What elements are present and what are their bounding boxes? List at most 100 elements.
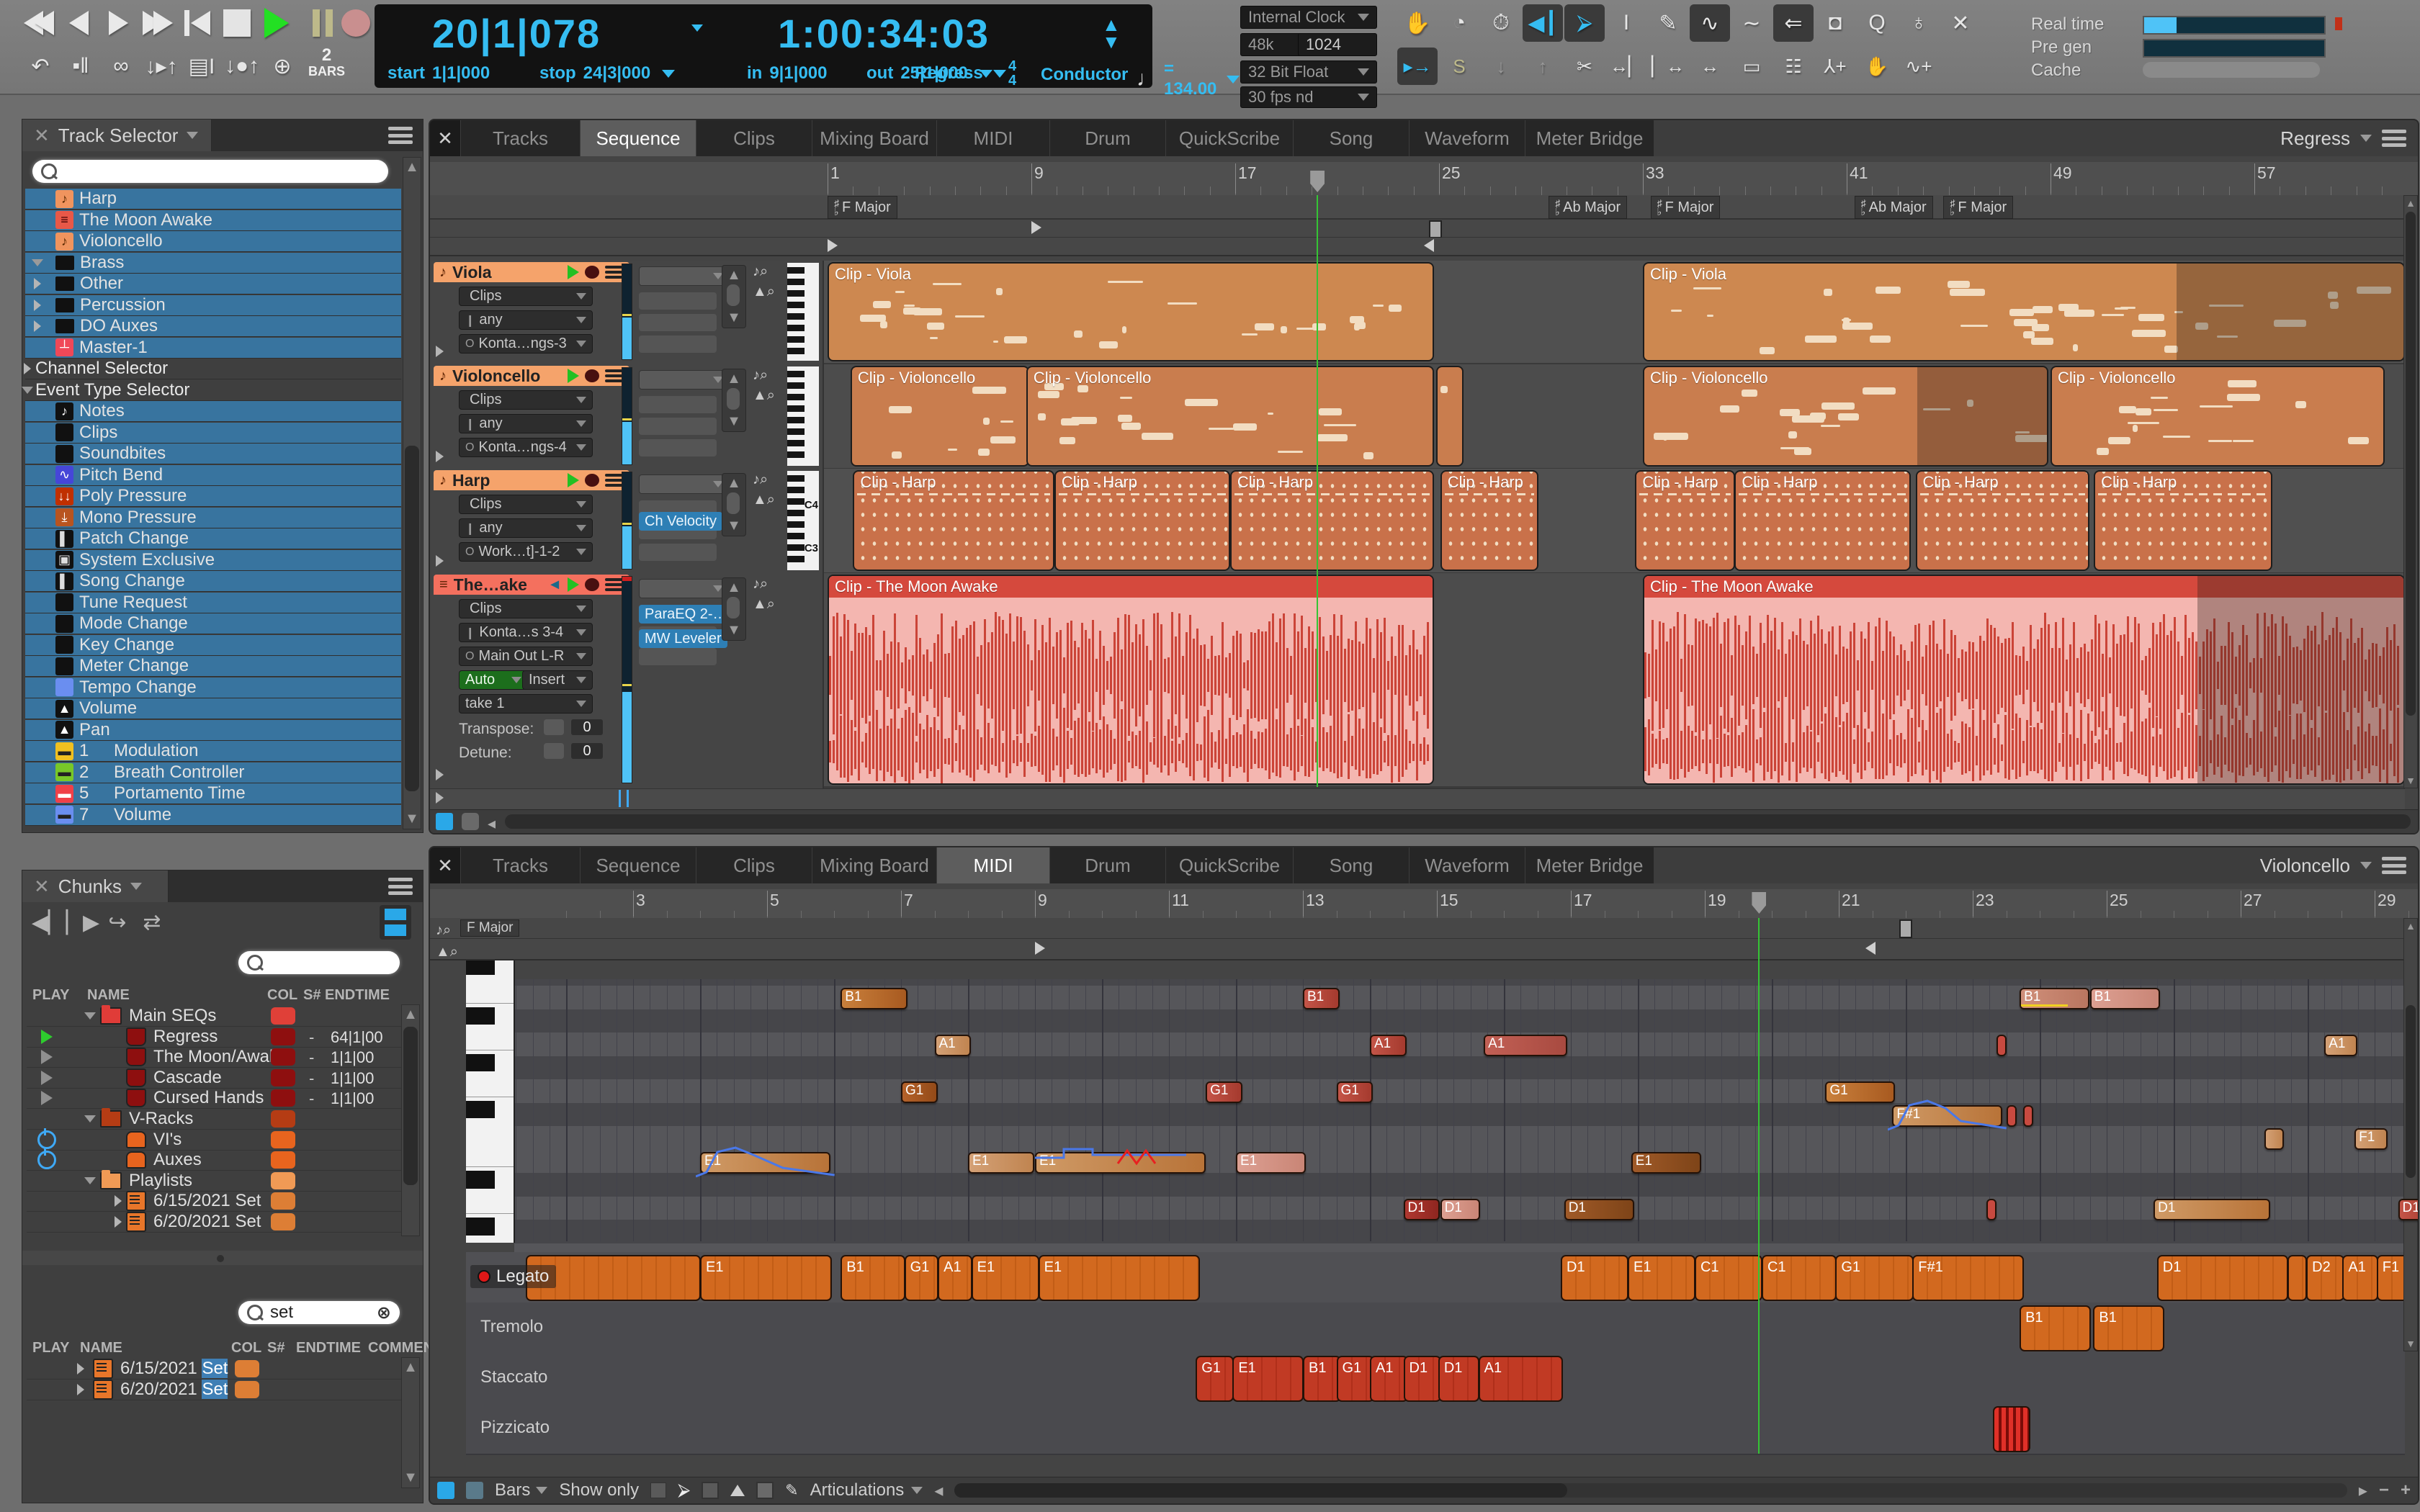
piano-white-key[interactable] — [466, 979, 514, 1004]
chunks2-scrollbar[interactable]: ▲ ▼ — [401, 1357, 420, 1488]
auto-mode-pill[interactable]: Auto — [459, 670, 528, 690]
artic-block-x[interactable] — [1992, 1406, 2031, 1452]
chunks-scrollbar[interactable]: ▲ — [401, 1004, 420, 1236]
power-icon[interactable] — [37, 1148, 56, 1170]
artic-block-x[interactable] — [2287, 1255, 2307, 1301]
sidebar-item-patch-change[interactable]: ▌ Patch Change — [25, 528, 401, 549]
sidebar-item-clips[interactable]: Clips — [25, 422, 401, 444]
clip-clip-harp[interactable]: Clip - Harp — [1734, 470, 1911, 571]
piano-white-key[interactable] — [466, 1236, 514, 1243]
effect-chip-chvelocity[interactable]: Ch Velocity — [639, 512, 723, 531]
tab-clips[interactable]: Clips — [696, 120, 812, 156]
lane-label-legato[interactable]: Legato — [470, 1265, 557, 1288]
collapse-caret-icon[interactable] — [77, 1383, 84, 1395]
square-icon[interactable] — [702, 1482, 720, 1499]
sidebar-item-breath-controller[interactable]: ▬ 2 Breath Controller — [25, 762, 401, 783]
track-pill-0[interactable]: Clips — [459, 287, 593, 306]
midi-note-f1[interactable]: F1 — [2354, 1128, 2388, 1150]
piano-black-key-top[interactable] — [466, 960, 495, 975]
keysig-chip[interactable]: F Major — [460, 919, 520, 937]
tab-waveform[interactable]: Waveform — [1410, 847, 1525, 883]
color-swatch[interactable] — [271, 1007, 295, 1025]
midi-note-b1[interactable]: B1 — [2089, 988, 2160, 1009]
window-menu-button[interactable] — [2382, 130, 2406, 147]
brush-tool[interactable]: ◘ — [1815, 4, 1855, 42]
insert-slot[interactable] — [639, 314, 717, 331]
thumb[interactable] — [727, 388, 740, 410]
back-button[interactable] — [60, 6, 97, 40]
tab-quickscribe[interactable]: QuickScribe — [1166, 120, 1294, 156]
midi-note-b1[interactable]: B1 — [841, 988, 908, 1009]
zoom-out-icon[interactable]: − — [2379, 1480, 2389, 1500]
tracklist-toggle-icon[interactable] — [436, 813, 453, 830]
artic-block-g1[interactable]: G1 — [1336, 1356, 1374, 1402]
piano-white-key[interactable] — [466, 1026, 514, 1050]
keysig-chip[interactable]: ♯ ♭ Ab Major — [1549, 196, 1628, 219]
punch-guard-icon[interactable]: ✋ — [1397, 4, 1438, 42]
lane-label-staccato[interactable]: Staccato — [480, 1367, 547, 1387]
artic-block-d1[interactable]: D1 — [1403, 1356, 1441, 1402]
note-zoom-icon[interactable]: ♪⌕ — [753, 264, 768, 280]
close-tool[interactable]: ✕ — [1940, 4, 1981, 42]
chunks-search-input[interactable] — [238, 951, 400, 974]
window-selector[interactable]: Regress — [2280, 120, 2406, 156]
midi-note-a1[interactable]: A1 — [934, 1035, 971, 1056]
tempo-control[interactable]: ♩ = 134.00 — [1137, 59, 1240, 99]
chunk-row-auxes[interactable]: Auxes — [27, 1148, 401, 1171]
sidebar-item-soundbites[interactable]: Soundbites — [25, 444, 401, 464]
loop-start-icon[interactable] — [1035, 942, 1045, 955]
output-pill[interactable] — [639, 474, 730, 494]
scroll-widget[interactable]: ▲ ▼ — [722, 473, 746, 536]
transpose-value[interactable]: 0 — [571, 719, 603, 735]
play-enable-icon[interactable] — [41, 1070, 53, 1085]
articulations-select[interactable]: Articulations — [810, 1480, 923, 1500]
note-zoom-icon[interactable]: ♪⌕ — [753, 472, 768, 488]
clip-clip-violoncello[interactable]: Clip - Violoncello — [850, 366, 1029, 467]
frame-rate-select[interactable]: 30 fps nd — [1240, 86, 1377, 108]
output-pill[interactable] — [639, 579, 730, 598]
down-icon[interactable]: ▼ — [722, 622, 745, 639]
scroll-down-icon[interactable]: ▼ — [402, 1470, 419, 1486]
buffer-size-select[interactable]: 1024 — [1298, 33, 1377, 56]
midi-note-g1[interactable]: G1 — [1825, 1081, 1896, 1103]
sidebar-item-channel-selector[interactable]: Channel Selector — [24, 359, 401, 379]
artic-block-a1[interactable]: A1 — [1478, 1356, 1564, 1402]
conductor-label[interactable]: Conductor — [1041, 65, 1128, 85]
clip-clip-the-moon-awake[interactable]: Clip - The Moon Awake — [828, 575, 1435, 785]
square2-icon[interactable] — [756, 1482, 774, 1499]
track-selector-menu-button[interactable] — [388, 127, 413, 144]
reshape-tool[interactable]: ∿ — [1690, 4, 1730, 42]
track-pill-1[interactable]: ❙ any — [459, 414, 593, 433]
play-button[interactable] — [258, 6, 295, 40]
pause-button[interactable] — [297, 6, 335, 40]
sidebar-item-tune-request[interactable]: Tune Request — [25, 592, 401, 613]
seq-ruler[interactable]: 1 9 17 25 33 41 49 57 — [430, 162, 2418, 196]
metronome-insert-button[interactable]: ▤I — [183, 50, 220, 82]
scroll-down-icon[interactable]: ▼ — [403, 811, 421, 827]
clip-small[interactable] — [1436, 366, 1464, 467]
clip-clip-the-moon-awake[interactable]: Clip - The Moon Awake — [1643, 575, 2406, 785]
color-swatch[interactable] — [271, 1171, 295, 1189]
play-enable-icon[interactable] — [568, 473, 579, 487]
midi-h-scrollbar[interactable] — [954, 1483, 2347, 1498]
piano-black-key-fs1[interactable] — [466, 1100, 495, 1118]
sidebar-item-event-type-selector[interactable]: Event Type Selector — [22, 380, 401, 401]
up-icon[interactable]: ▲ — [722, 580, 745, 596]
clip-clip-violoncello[interactable]: Clip - Violoncello — [1643, 366, 2048, 467]
sidebar-item-poly-pressure[interactable]: ↓↓ Poly Pressure — [25, 486, 401, 507]
punch-marker[interactable] — [1428, 220, 1442, 238]
zoom-tool[interactable]: Q — [1857, 4, 1897, 42]
chunk-row-main-seqs[interactable]: Main SEQs — [27, 1005, 401, 1027]
midi-note-d1[interactable]: D1 — [1403, 1198, 1440, 1220]
track-pill-2[interactable]: O Konta…ngs-3 — [459, 334, 593, 354]
tab-drum[interactable]: Drum — [1050, 847, 1166, 883]
sidebar-item-do-auxes[interactable]: DO Auxes — [25, 316, 401, 337]
color-swatch[interactable] — [271, 1130, 295, 1148]
sidebar-item-volume[interactable]: ▬ 7 Volume — [25, 804, 401, 826]
insert-slot[interactable] — [639, 336, 717, 353]
undo-button[interactable]: ↶ — [22, 50, 59, 82]
artic-block-c1[interactable]: C1 — [1762, 1255, 1837, 1301]
sidebar-item-the-moon-awake[interactable]: ≡ The Moon Awake — [25, 210, 401, 231]
clip-clip-harp[interactable]: Clip - Harp — [1635, 470, 1735, 571]
collapse-caret-icon[interactable] — [77, 1363, 84, 1374]
